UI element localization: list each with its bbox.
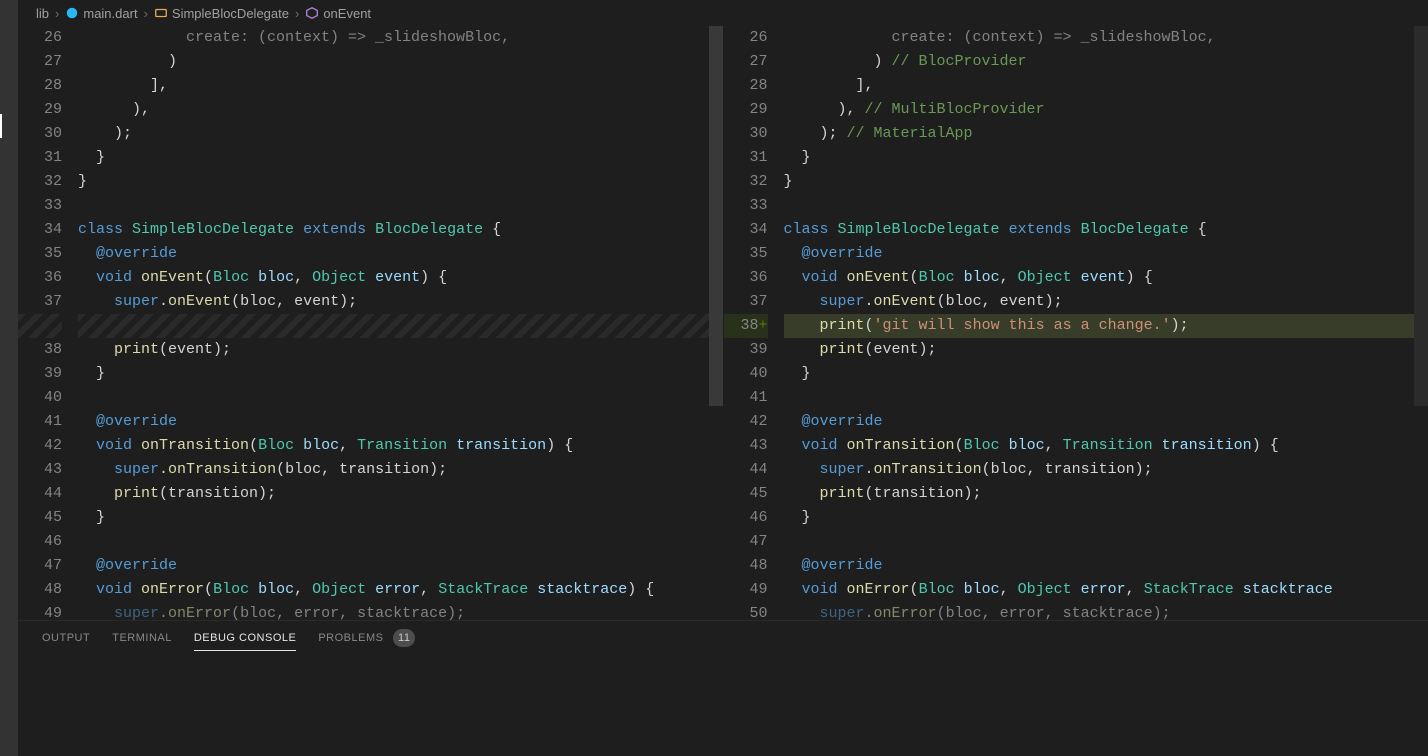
code-line[interactable]: @override [784,242,1428,266]
class-icon [154,6,168,20]
code-line[interactable]: print(transition); [784,482,1428,506]
scrollbar[interactable] [1414,26,1428,620]
code-line[interactable]: void onEvent(Bloc bloc, Object event) { [78,266,723,290]
dart-file-icon [65,6,79,20]
code-line[interactable] [78,386,723,410]
code-left[interactable]: create: (context) => _slideshowBloc, ) ]… [78,26,723,620]
breadcrumb-method[interactable]: onEvent [305,6,371,21]
code-line[interactable]: void onError(Bloc bloc, Object error, St… [784,578,1428,602]
gutter-right: 26272829303132333435363738+3940414243444… [724,26,784,620]
code-line[interactable] [78,194,723,218]
code-line[interactable]: } [78,146,723,170]
chevron-right-icon: › [295,6,299,21]
code-line[interactable]: } [78,362,723,386]
code-line[interactable]: ), // MultiBlocProvider [784,98,1428,122]
code-line[interactable] [78,530,723,554]
code-line[interactable]: create: (context) => _slideshowBloc, [78,26,723,50]
code-line[interactable]: } [78,506,723,530]
code-line[interactable]: ), [78,98,723,122]
breadcrumb-file[interactable]: main.dart [65,6,137,21]
code-line[interactable]: } [784,506,1428,530]
code-line[interactable]: print(event); [78,338,723,362]
code-line[interactable]: @override [784,410,1428,434]
code-line[interactable] [78,314,723,338]
code-line[interactable] [784,386,1428,410]
breadcrumbs: lib › main.dart › SimpleBlocDelegate › o… [18,0,1428,26]
breadcrumb-class[interactable]: SimpleBlocDelegate [154,6,289,21]
code-line[interactable]: super.onEvent(bloc, event); [784,290,1428,314]
code-line[interactable]: super.onError(bloc, error, stacktrace); [78,602,723,620]
activity-bar[interactable] [0,0,18,756]
code-line[interactable]: } [784,170,1428,194]
code-line[interactable]: @override [78,410,723,434]
chevron-right-icon: › [144,6,148,21]
code-line[interactable]: ) [78,50,723,74]
code-line[interactable]: ], [78,74,723,98]
code-line[interactable]: } [78,170,723,194]
code-line[interactable]: void onTransition(Bloc bloc, Transition … [78,434,723,458]
code-right[interactable]: create: (context) => _slideshowBloc, ) /… [784,26,1428,620]
code-line[interactable]: super.onTransition(bloc, transition); [78,458,723,482]
editor-pane-right[interactable]: 26272829303132333435363738+3940414243444… [723,26,1428,620]
code-line[interactable]: print('git will show this as a change.')… [784,314,1428,338]
code-line[interactable]: super.onError(bloc, error, stacktrace); [784,602,1428,620]
code-line[interactable]: void onTransition(Bloc bloc, Transition … [784,434,1428,458]
code-line[interactable]: ], [784,74,1428,98]
gutter-left: 2627282930313233343536373839404142434445… [18,26,78,620]
code-line[interactable]: class SimpleBlocDelegate extends BlocDel… [78,218,723,242]
code-line[interactable]: create: (context) => _slideshowBloc, [784,26,1428,50]
panel-tab-output[interactable]: OUTPUT [42,632,90,644]
code-line[interactable]: ); // MaterialApp [784,122,1428,146]
code-line[interactable]: print(transition); [78,482,723,506]
code-line[interactable]: class SimpleBlocDelegate extends BlocDel… [784,218,1428,242]
code-line[interactable]: void onEvent(Bloc bloc, Object event) { [784,266,1428,290]
panel-tab-debug[interactable]: DEBUG CONSOLE [194,632,296,651]
code-line[interactable]: print(event); [784,338,1428,362]
breadcrumb-folder[interactable]: lib [36,6,49,21]
code-line[interactable]: void onError(Bloc bloc, Object error, St… [78,578,723,602]
problems-count-badge: 11 [393,629,415,647]
code-line[interactable]: } [784,362,1428,386]
scrollbar[interactable] [709,26,723,620]
code-line[interactable]: @override [78,242,723,266]
code-line[interactable]: ) // BlocProvider [784,50,1428,74]
code-line[interactable]: ); [78,122,723,146]
chevron-right-icon: › [55,6,59,21]
code-line[interactable]: super.onTransition(bloc, transition); [784,458,1428,482]
code-line[interactable]: @override [784,554,1428,578]
panel-tab-problems[interactable]: PROBLEMS 11 [318,629,415,647]
panel-tab-terminal[interactable]: TERMINAL [112,632,172,644]
code-line[interactable] [784,530,1428,554]
code-line[interactable]: } [784,146,1428,170]
activity-active-indicator [0,114,2,138]
editor-pane-left[interactable]: 2627282930313233343536373839404142434445… [18,26,723,620]
code-line[interactable]: super.onEvent(bloc, event); [78,290,723,314]
code-line[interactable]: @override [78,554,723,578]
bottom-panel: OUTPUT TERMINAL DEBUG CONSOLE PROBLEMS 1… [18,620,1428,756]
code-line[interactable] [784,194,1428,218]
method-icon [305,6,319,20]
